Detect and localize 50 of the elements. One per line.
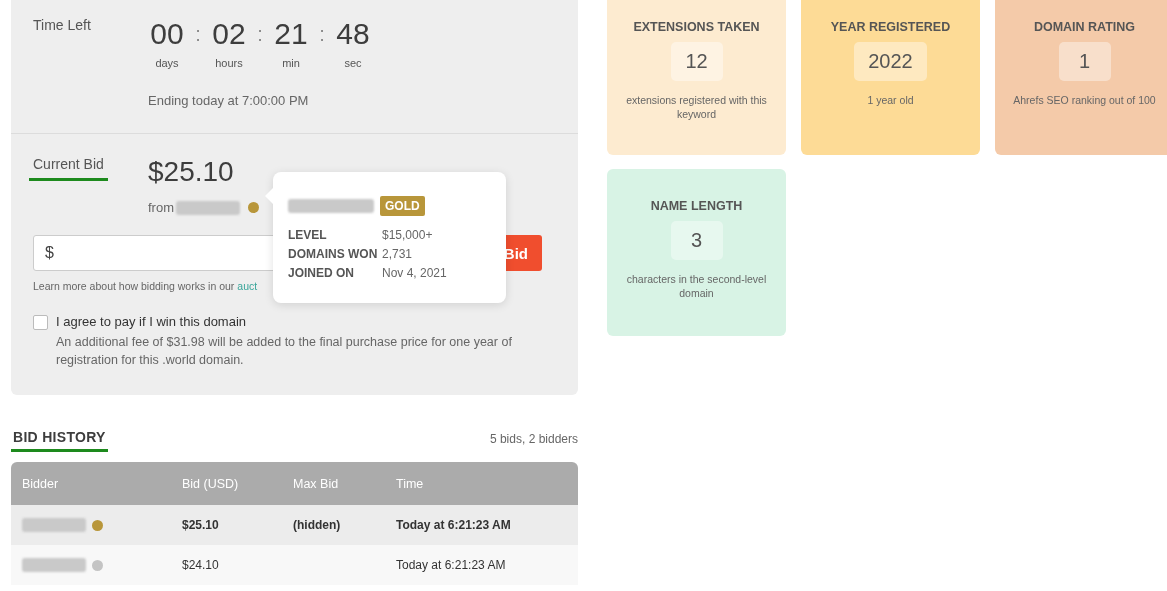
countdown-unit: hours — [215, 57, 243, 69]
countdown-value: 00 — [150, 17, 184, 51]
redacted-name — [176, 200, 240, 215]
stat-title: NAME LENGTH — [650, 199, 743, 213]
stat-value: 3 — [670, 221, 723, 260]
redacted-name — [22, 558, 86, 572]
stat-value: 2,731 — [382, 247, 413, 262]
stat-label: DOMAINS WON — [288, 247, 379, 262]
stat-note: characters in the second-level domain — [625, 272, 768, 300]
current-bid-label: Current Bid — [29, 156, 108, 181]
time-left-label: Time Left — [32, 17, 92, 35]
stat-note: extensions registered with this keyword — [625, 93, 768, 121]
stat-note: 1 year old — [867, 93, 914, 107]
stat-note: Ahrefs SEO ranking out of 100 — [1013, 93, 1156, 107]
fee-note: An additional fee of $31.98 will be added to the final purchase price for one year of registration for this .world domain. — [56, 334, 513, 369]
table-cell-text: $24.10 — [182, 558, 220, 572]
stat-value: 12 — [670, 42, 723, 81]
table-cell-text: Today at 6:21:23 AM — [396, 518, 512, 532]
table-cell-text: $25.10 — [182, 518, 220, 532]
auction-link[interactable]: auct — [237, 280, 258, 292]
stat-value: 1 — [1058, 42, 1111, 81]
separator: : — [256, 22, 264, 47]
current-bid-amount: $25.10 — [148, 156, 235, 188]
column-header: Time — [396, 476, 425, 491]
stat-title: YEAR REGISTERED — [830, 20, 951, 34]
agree-label: I agree to pay if I win this domain — [56, 314, 248, 329]
column-header: Max Bid — [293, 476, 340, 491]
stat-title: DOMAIN RATING — [1033, 20, 1136, 34]
stat-value: 2022 — [854, 42, 927, 81]
ending-time: Ending today at 7:00:00 PM — [148, 93, 310, 108]
countdown-value: 48 — [336, 17, 370, 51]
bid-history-title: BID HISTORY — [11, 429, 108, 452]
countdown-value: 21 — [274, 17, 308, 51]
from-label: from — [148, 200, 174, 215]
table-cell-text: (hidden) — [293, 518, 342, 532]
countdown-value: 02 — [212, 17, 246, 51]
bid-summary: 5 bids, 2 bidders — [489, 432, 578, 448]
redacted-name — [22, 518, 86, 532]
stat-title: EXTENSIONS TAKEN — [633, 20, 760, 34]
agree-checkbox[interactable] — [33, 315, 48, 330]
countdown-unit: min — [282, 57, 300, 69]
separator: : — [318, 22, 326, 47]
table-cell-text: Today at 6:21:23 AM — [396, 558, 507, 572]
countdown-unit: sec — [344, 57, 362, 69]
countdown-unit: days — [155, 57, 179, 69]
column-header: Bid (USD) — [182, 476, 240, 491]
bidder-level-dot — [248, 202, 259, 213]
level-badge: GOLD — [380, 196, 425, 216]
separator: : — [194, 22, 202, 47]
column-header: Bidder — [22, 476, 60, 491]
